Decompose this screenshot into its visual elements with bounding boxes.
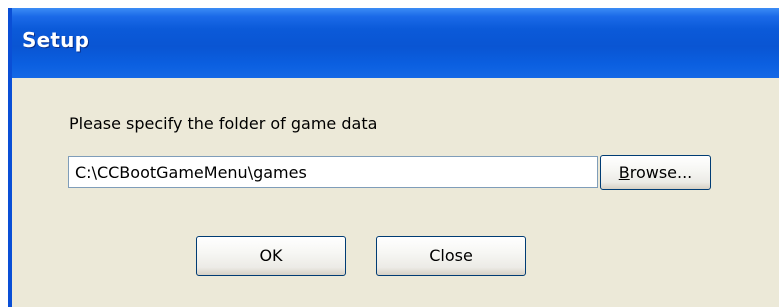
close-button[interactable]: Close (376, 236, 526, 276)
folder-prompt-label: Please specify the folder of game data (69, 114, 378, 133)
browse-label-rest: rowse... (629, 163, 693, 182)
setup-window: Setup Please specify the folder of game … (8, 8, 779, 307)
title-bar[interactable]: Setup (12, 8, 779, 78)
ok-button[interactable]: OK (196, 236, 346, 276)
browse-button[interactable]: Browse... (600, 155, 711, 190)
window-title: Setup (22, 28, 90, 52)
folder-path-input[interactable] (68, 156, 598, 188)
browse-mnemonic: B (618, 163, 630, 182)
dialog-body: Please specify the folder of game data B… (12, 78, 779, 307)
